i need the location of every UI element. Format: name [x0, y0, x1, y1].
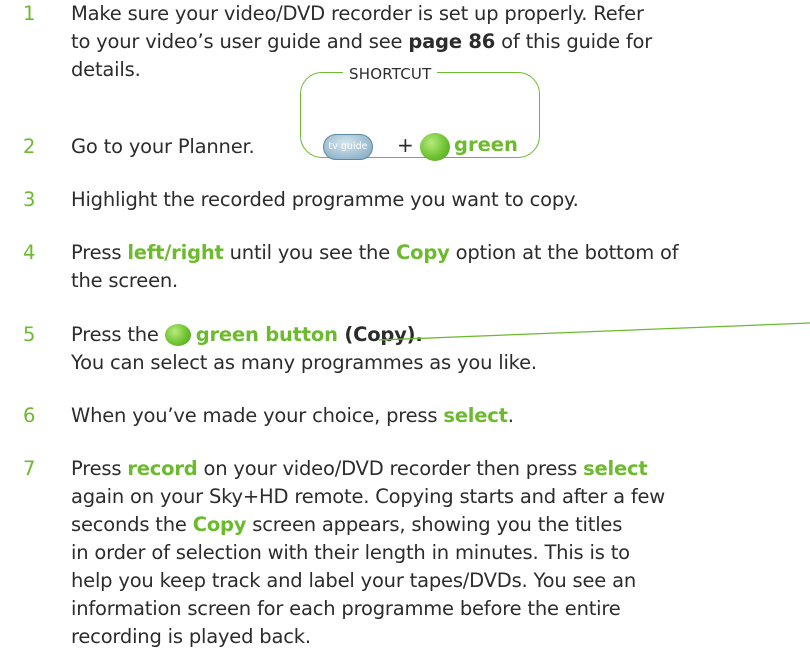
- step-text: When you’ve made your choice, press sele…: [71, 404, 514, 427]
- step-number: 7: [23, 457, 36, 480]
- step-text: Press record on your video/DVD recorder …: [71, 457, 666, 648]
- keyword-select: select: [443, 404, 508, 427]
- step-number: 6: [23, 404, 36, 427]
- keyword-select: select: [583, 457, 648, 480]
- keyword-record: record: [127, 457, 198, 480]
- keyword-copy: Copy: [192, 513, 247, 536]
